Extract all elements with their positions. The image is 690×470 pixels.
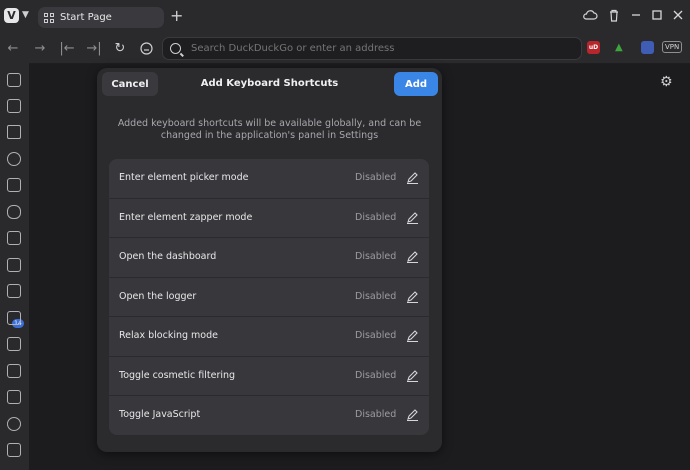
shortcut-label: Open the dashboard (119, 251, 217, 262)
shortcut-label: Enter element zapper mode (119, 211, 253, 223)
edit-pencil-icon[interactable] (406, 290, 419, 303)
sync-icon[interactable] (7, 390, 21, 404)
edit-pencil-icon[interactable] (406, 329, 419, 342)
downloads-icon[interactable] (7, 125, 21, 139)
calendar-icon[interactable] (7, 284, 21, 298)
address-input[interactable] (189, 42, 573, 55)
new-tab-button[interactable]: + (170, 6, 183, 25)
shortcut-label: Open the logger (119, 290, 197, 302)
edit-pencil-icon[interactable] (406, 369, 419, 382)
mail-icon[interactable] (7, 258, 21, 272)
translate-icon[interactable] (7, 231, 21, 245)
home-icon[interactable] (138, 40, 154, 56)
shortcut-label: Toggle cosmetic filtering (119, 369, 236, 381)
edit-pencil-icon[interactable] (406, 171, 419, 184)
address-bar[interactable] (162, 37, 582, 60)
shortcut-row[interactable]: Open the dashboard Disabled (109, 238, 429, 278)
shortcut-row[interactable]: Enter element zapper mode Disabled (109, 199, 429, 238)
contacts-icon[interactable] (7, 364, 21, 378)
dialog-description: Added keyboard shortcuts will be availab… (117, 118, 422, 141)
add-web-panel-icon[interactable] (7, 443, 21, 457)
back-arrow-icon[interactable]: ← (5, 40, 21, 56)
shortcut-status: Disabled (355, 172, 397, 183)
shortcut-row[interactable]: Toggle JavaScript Disabled (109, 396, 429, 435)
shortcut-row[interactable]: Toggle cosmetic filtering Disabled (109, 357, 429, 396)
tasks-icon[interactable] (7, 311, 21, 325)
shortcut-status: Disabled (355, 369, 397, 381)
cloud-sync-icon[interactable] (581, 6, 599, 24)
bookmarks-icon[interactable] (7, 73, 21, 87)
shortcut-status: Disabled (355, 330, 397, 341)
shortcut-list: Enter element picker mode Disabled Enter… (109, 159, 429, 435)
fast-forward-icon[interactable]: →| (86, 40, 102, 56)
shortcut-row[interactable]: Enter element picker mode Disabled (109, 159, 429, 199)
rewind-icon[interactable]: |← (59, 40, 75, 56)
shortcut-row[interactable]: Open the logger Disabled (109, 278, 429, 317)
start-page-icon (44, 12, 54, 23)
edit-pencil-icon[interactable] (406, 408, 419, 421)
tab-label: Start Page (60, 12, 112, 23)
vpn-button[interactable]: VPN (662, 41, 683, 53)
ublock-extension-icon[interactable]: uD (587, 41, 600, 54)
reload-icon[interactable]: ↻ (112, 40, 128, 56)
extension-icon[interactable] (641, 41, 654, 54)
shortcut-row[interactable]: Relax blocking mode Disabled (109, 317, 429, 357)
search-icon (170, 43, 181, 54)
trash-icon[interactable] (605, 6, 623, 24)
shortcut-status: Disabled (355, 211, 397, 223)
shortcut-label: Toggle JavaScript (119, 409, 201, 420)
title-bar: V ▼ Start Page + (0, 0, 690, 33)
shortcut-status: Disabled (355, 251, 397, 262)
edit-pencil-icon[interactable] (406, 211, 419, 224)
shortcut-label: Enter element picker mode (119, 172, 249, 183)
extension-icon[interactable]: ▲ (615, 42, 627, 53)
close-button[interactable] (669, 6, 687, 24)
shortcut-status: Disabled (355, 409, 397, 420)
tab-start-page[interactable]: Start Page (38, 7, 164, 28)
history-icon[interactable] (7, 152, 21, 166)
chevron-down-icon[interactable]: ▼ (22, 10, 29, 20)
shortcut-label: Relax blocking mode (119, 330, 218, 341)
minimize-button[interactable] (627, 6, 645, 24)
maximize-button[interactable] (648, 6, 666, 24)
notes-icon[interactable] (7, 178, 21, 192)
feeds-icon[interactable] (7, 337, 21, 351)
add-button[interactable]: Add (394, 72, 438, 96)
web-panel-icon[interactable] (7, 417, 21, 431)
dialog-title: Add Keyboard Shortcuts (200, 78, 339, 89)
shortcut-status: Disabled (355, 290, 397, 302)
side-panel: 14 (0, 63, 29, 470)
forward-arrow-icon[interactable]: → (32, 40, 48, 56)
add-keyboard-shortcuts-dialog: Cancel Add Keyboard Shortcuts Add Added … (97, 68, 442, 452)
gear-icon[interactable]: ⚙ (660, 74, 673, 90)
reading-list-icon[interactable] (7, 99, 21, 113)
edit-pencil-icon[interactable] (406, 250, 419, 263)
window-panel-icon[interactable] (7, 205, 21, 219)
navigation-bar: ← → |← →| ↻ uD ▲ VPN (0, 33, 690, 64)
vivaldi-logo-icon[interactable]: V (4, 8, 19, 23)
